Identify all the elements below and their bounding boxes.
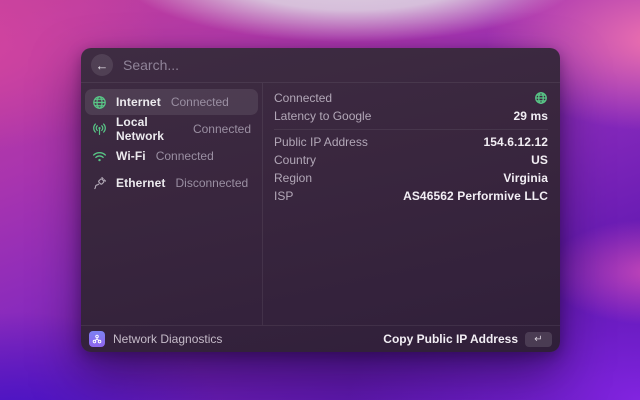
footer-app: Network Diagnostics bbox=[89, 331, 222, 347]
footer-bar: Network Diagnostics Copy Public IP Addre… bbox=[81, 325, 560, 352]
desktop: { "search": { "placeholder": "Search..."… bbox=[0, 0, 640, 400]
globe-icon bbox=[92, 95, 107, 110]
detail-row-latency: Latency to Google 29 ms bbox=[274, 107, 548, 125]
return-key-icon: ↵ bbox=[525, 331, 552, 347]
sidebar-item-status: Connected bbox=[192, 122, 251, 136]
sidebar-item-ethernet[interactable]: Ethernet Disconnected bbox=[85, 170, 258, 196]
globe-icon bbox=[534, 91, 548, 105]
sidebar-item-wifi[interactable]: Wi-Fi Connected bbox=[85, 143, 258, 169]
detail-panel: Connected Latency to Google 29 ms Public… bbox=[263, 83, 560, 325]
detail-label: Region bbox=[274, 171, 313, 185]
search-bar: ← bbox=[81, 48, 560, 83]
detail-row-isp: ISP AS46562 Performive LLC bbox=[274, 187, 548, 205]
detail-row-region: Region Virginia bbox=[274, 169, 548, 187]
sidebar-item-label: Ethernet bbox=[116, 176, 166, 190]
network-diagnostics-window: ← Internet Connected bbox=[81, 48, 560, 352]
detail-section-divider bbox=[274, 129, 548, 130]
search-input[interactable] bbox=[123, 57, 550, 73]
network-nodes-icon bbox=[89, 331, 105, 347]
arrow-left-icon: ← bbox=[95, 57, 109, 73]
detail-value: 154.6.12.12 bbox=[483, 135, 548, 149]
sidebar-item-label: Internet bbox=[116, 95, 161, 109]
wifi-icon bbox=[92, 149, 107, 164]
main-content: Internet Connected Local Network Connect… bbox=[81, 83, 560, 325]
sidebar-item-label: Local Network bbox=[116, 115, 165, 143]
detail-value: 29 ms bbox=[513, 109, 548, 123]
sidebar-item-label: Wi-Fi bbox=[116, 149, 146, 163]
sidebar-item-internet[interactable]: Internet Connected bbox=[85, 89, 258, 115]
back-button[interactable]: ← bbox=[91, 54, 113, 76]
detail-row-country: Country US bbox=[274, 151, 548, 169]
detail-label: Country bbox=[274, 153, 317, 167]
sidebar-item-status: Connected bbox=[155, 149, 214, 163]
detail-row-public-ip: Public IP Address 154.6.12.12 bbox=[274, 133, 548, 151]
footer-app-name: Network Diagnostics bbox=[113, 332, 223, 346]
antenna-broadcast-icon bbox=[92, 122, 107, 137]
detail-label: Latency to Google bbox=[274, 109, 372, 123]
sidebar-item-status: Connected bbox=[170, 95, 229, 109]
detail-value: US bbox=[531, 153, 548, 167]
detail-label: ISP bbox=[274, 189, 294, 203]
detail-value: AS46562 Performive LLC bbox=[403, 189, 548, 203]
detail-row-connected: Connected bbox=[274, 89, 548, 107]
action-label: Copy Public IP Address bbox=[383, 332, 518, 346]
sidebar-item-status: Disconnected bbox=[175, 176, 249, 190]
sidebar-item-local-network[interactable]: Local Network Connected bbox=[85, 115, 258, 143]
plug-icon bbox=[92, 176, 107, 191]
sidebar: Internet Connected Local Network Connect… bbox=[81, 83, 262, 325]
copy-public-ip-action[interactable]: Copy Public IP Address ↵ bbox=[383, 331, 552, 347]
detail-label: Public IP Address bbox=[274, 135, 368, 149]
detail-value: Virginia bbox=[503, 171, 548, 185]
detail-label: Connected bbox=[274, 91, 333, 105]
